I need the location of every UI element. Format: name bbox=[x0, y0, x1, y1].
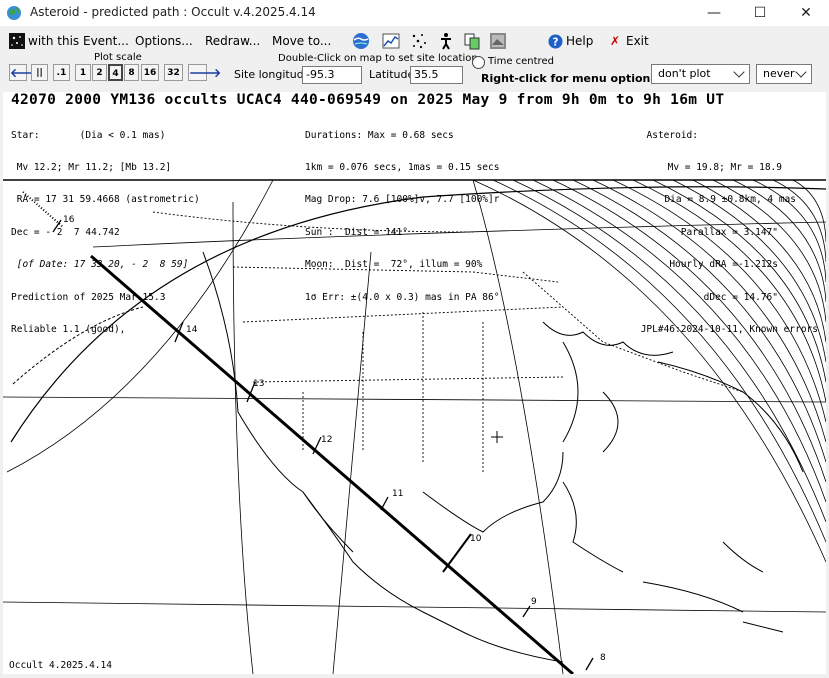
window-title: Asteroid - predicted path : Occult v.4.2… bbox=[30, 5, 316, 19]
pause-button[interactable]: || bbox=[31, 64, 48, 81]
help-icon: ? bbox=[548, 34, 563, 49]
scale-button-2[interactable]: 2 bbox=[92, 64, 107, 81]
scale-button-16[interactable]: 16 bbox=[141, 64, 159, 81]
menu-options[interactable]: Options... bbox=[135, 34, 193, 48]
plot-scale-label: Plot scale bbox=[94, 52, 142, 63]
chevron-down-icon bbox=[795, 66, 807, 78]
minimize-button[interactable]: — bbox=[691, 0, 737, 26]
hour-label: 11 bbox=[392, 489, 403, 499]
site-crosshair bbox=[491, 431, 503, 443]
graticule bbox=[3, 179, 826, 674]
site-hint: Double-Click on map to set site location bbox=[278, 53, 478, 64]
maximize-button[interactable]: ☐ bbox=[737, 0, 783, 26]
map-graphic: 16 14 13 12 11 10 9 8 bbox=[3, 179, 826, 674]
right-click-hint: Right-click for menu options bbox=[481, 72, 657, 85]
scale-button-0.1[interactable]: .1 bbox=[53, 64, 70, 81]
never-value: never bbox=[763, 67, 795, 80]
shadow-limit-band bbox=[472, 179, 826, 563]
menu-move-to[interactable]: Move to... bbox=[272, 34, 331, 48]
footer-version: Occult 4.2025.4.14 bbox=[9, 660, 112, 671]
svg-text:?: ? bbox=[553, 36, 559, 48]
scale-button-32[interactable]: 32 bbox=[164, 64, 183, 81]
map-plot[interactable]: 42070 2000 YM136 occults UCAC4 440-06954… bbox=[3, 92, 826, 674]
title-bar: Asteroid - predicted path : Occult v.4.2… bbox=[0, 0, 829, 26]
time-centred-label: Time centred bbox=[488, 56, 554, 67]
event-icon bbox=[9, 33, 25, 49]
coastlines bbox=[202, 251, 804, 663]
hour-label: 12 bbox=[321, 435, 332, 445]
menu-with-this-event[interactable]: with this Event... bbox=[28, 34, 129, 48]
hour-label: 10 bbox=[470, 534, 482, 544]
pan-left-button[interactable]: 🡐 bbox=[9, 64, 42, 81]
image-icon[interactable] bbox=[489, 32, 507, 50]
control-row: Plot scale 🡐 || .1 1 2 4 8 16 32 🡒 Doubl… bbox=[0, 52, 829, 92]
chart-icon[interactable] bbox=[382, 32, 400, 50]
hour-label: 9 bbox=[531, 597, 537, 607]
scale-button-1[interactable]: 1 bbox=[75, 64, 91, 81]
plot-option-value: don't plot bbox=[658, 67, 711, 80]
latitude-input[interactable]: 35.5 bbox=[410, 66, 463, 84]
hour-label: 13 bbox=[253, 379, 264, 389]
exit-icon: ✗ bbox=[610, 34, 621, 48]
hour-label: 14 bbox=[186, 325, 198, 335]
copy-icon[interactable] bbox=[463, 32, 481, 50]
hour-label: 8 bbox=[600, 653, 606, 663]
chevron-down-icon bbox=[733, 66, 745, 78]
hour-label: 16 bbox=[63, 215, 75, 225]
time-centred-radio[interactable] bbox=[472, 56, 485, 69]
menu-help[interactable]: Help bbox=[566, 34, 593, 48]
site-longitude-input[interactable]: -95.3 bbox=[302, 66, 362, 84]
plot-option-dropdown[interactable]: don't plot bbox=[651, 64, 750, 84]
scale-button-4[interactable]: 4 bbox=[108, 64, 123, 81]
central-path-line bbox=[90, 254, 574, 674]
site-longitude-label: Site longitude bbox=[234, 68, 311, 81]
menu-exit[interactable]: Exit bbox=[626, 34, 649, 48]
never-dropdown[interactable]: never bbox=[756, 64, 812, 84]
figure-icon[interactable] bbox=[437, 32, 455, 50]
menu-redraw[interactable]: Redraw... bbox=[205, 34, 260, 48]
close-button[interactable]: ✕ bbox=[783, 0, 829, 26]
globe-icon[interactable] bbox=[352, 32, 370, 50]
time-ticks bbox=[52, 219, 594, 671]
latitude-label: Latitude bbox=[369, 68, 415, 81]
country-borders bbox=[22, 191, 744, 472]
app-globe-icon bbox=[7, 6, 21, 20]
scale-button-8[interactable]: 8 bbox=[124, 64, 139, 81]
stars-icon[interactable] bbox=[410, 32, 428, 50]
pan-right-button[interactable]: 🡒 bbox=[188, 64, 221, 81]
